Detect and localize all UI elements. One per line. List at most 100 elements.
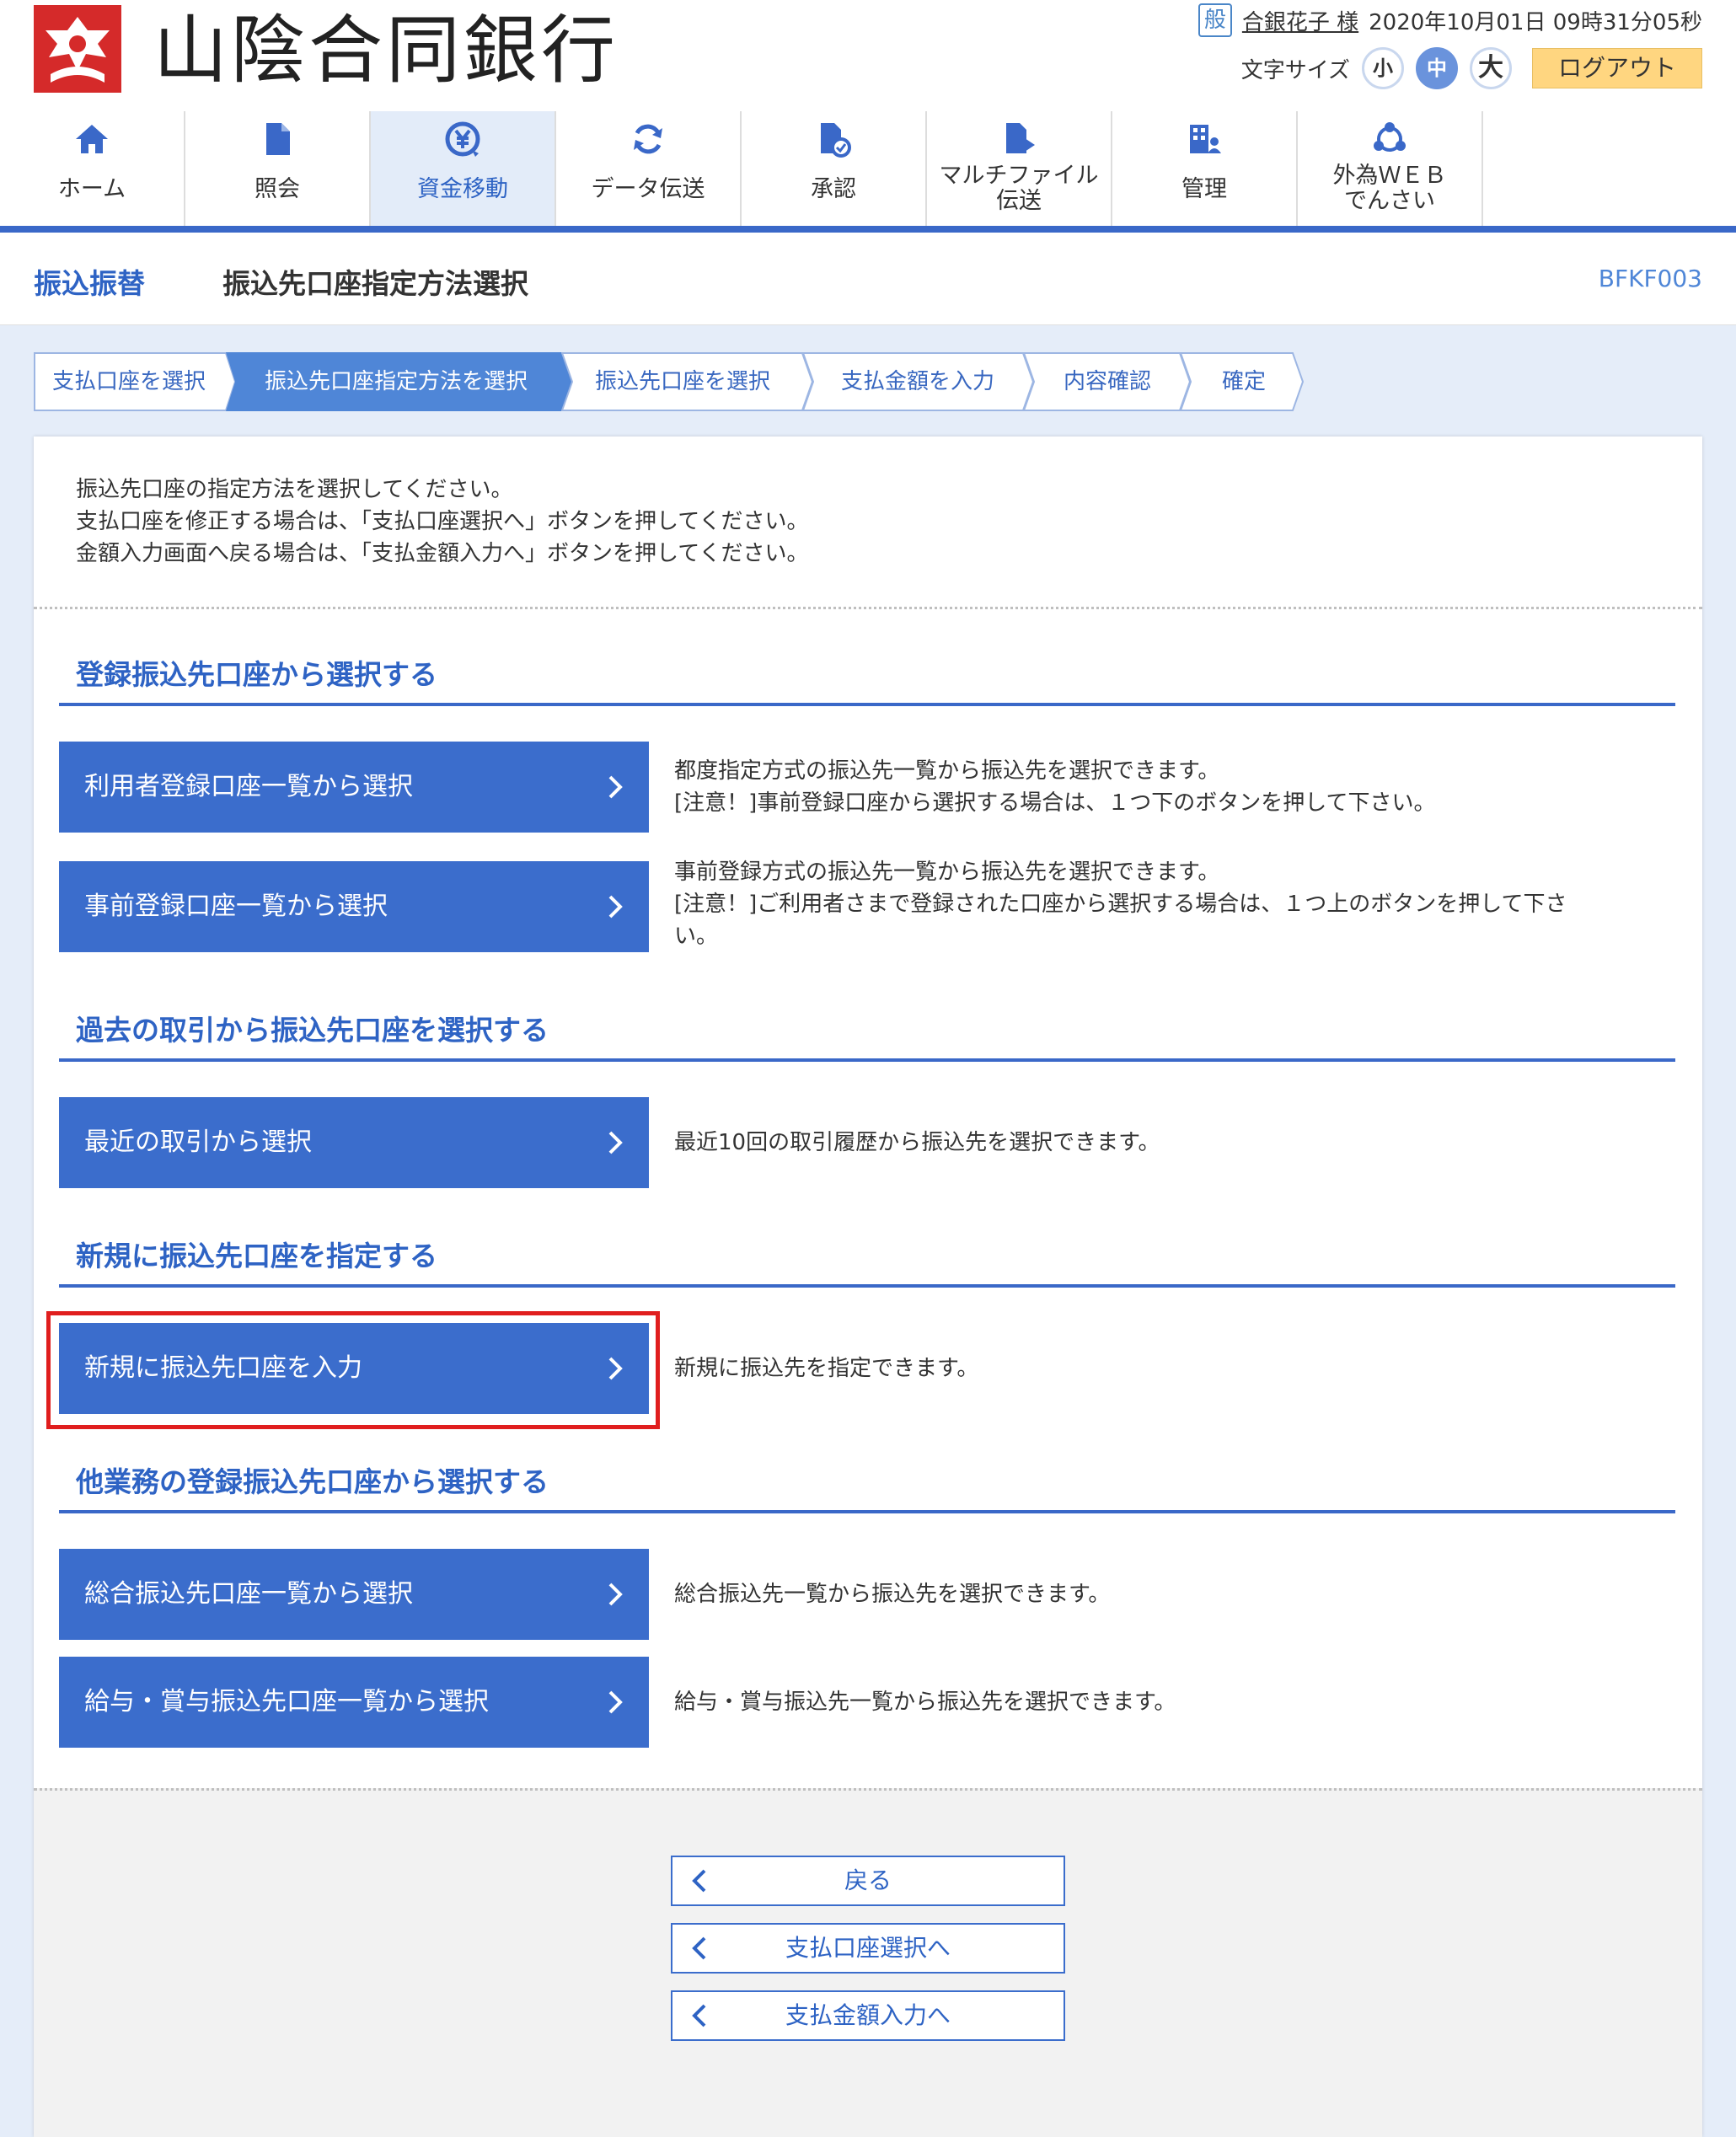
instruction-line: 支払口座を修正する場合は、「支払口座選択へ」ボタンを押してください。: [76, 509, 809, 534]
nav-item-forex-densai[interactable]: 外為ＷＥＢ でんさい: [1298, 111, 1483, 226]
user-info: 般 合銀花子 様 2020年10月01日 09時31分05秒: [1198, 3, 1702, 37]
description-line: [注意！]事前登録口座から選択する場合は、１つ下のボタンを押して下さい。: [674, 790, 1436, 816]
nav-item-fund-transfer[interactable]: 資金移動: [371, 111, 556, 226]
nav-item-multi-file[interactable]: マルチファイル 伝送: [927, 111, 1112, 226]
description-line: 事前登録方式の振込先一覧から振込先を選択できます。: [674, 860, 1220, 885]
nav-label: 資金移動: [417, 176, 508, 202]
instruction-line: 金額入力画面へ戻る場合は、「支払金額入力へ」ボタンを押してください。: [76, 541, 809, 566]
button-label: 支払金額入力へ: [785, 2001, 951, 2029]
font-size-medium-button[interactable]: 中: [1416, 47, 1458, 89]
page-title-bar: 振込振替 振込先口座指定方法選択 BFKF003: [0, 233, 1736, 325]
select-user-registered-button[interactable]: 利用者登録口座一覧から選択: [59, 742, 649, 833]
main-panel: 振込先口座の指定方法を選択してください。 支払口座を修正する場合は、「支払口座選…: [34, 437, 1702, 2137]
refresh-icon: [556, 120, 740, 158]
approve-icon: [742, 120, 925, 158]
chevron-right-icon: [607, 742, 624, 833]
button-label: 新規に振込先口座を入力: [84, 1353, 362, 1383]
chevron-right-icon: [607, 1097, 624, 1188]
chevron-left-icon: [691, 1925, 708, 1972]
button-description: 都度指定方式の振込先一覧から振込先を選択できます。 [注意！]事前登録口座から選…: [674, 755, 1669, 819]
bank-name: 山陰合同銀行: [153, 7, 619, 94]
yen-transfer-icon: [371, 120, 555, 158]
enter-new-account-button[interactable]: 新規に振込先口座を入力: [59, 1323, 649, 1414]
to-amount-input-button[interactable]: 支払金額入力へ: [671, 1990, 1065, 2041]
description-line: 都度指定方式の振込先一覧から振込先を選択できます。: [674, 758, 1220, 784]
nav-item-admin[interactable]: 管理: [1112, 111, 1298, 226]
section-underline: [59, 1058, 1675, 1062]
button-label: 最近の取引から選択: [84, 1127, 312, 1157]
button-label: 利用者登録口座一覧から選択: [84, 772, 413, 801]
chevron-right-icon: [607, 861, 624, 952]
button-description: 新規に振込先を指定できます。: [674, 1356, 979, 1381]
to-payment-account-button[interactable]: 支払口座選択へ: [671, 1923, 1065, 1974]
chevron-right-icon: [607, 1549, 624, 1640]
nav-label-line1: 外為ＷＥＢ: [1332, 163, 1447, 189]
chevron-left-icon: [691, 1857, 708, 1904]
bottom-actions: 戻る 支払口座選択へ 支払金額入力へ: [34, 1788, 1702, 2137]
font-size-switcher: 文字サイズ 小 中 大 ログアウト: [1241, 44, 1702, 93]
select-pre-registered-button[interactable]: 事前登録口座一覧から選択: [59, 861, 649, 952]
nav-label: ホーム: [57, 176, 126, 202]
logout-button[interactable]: ログアウト: [1532, 48, 1702, 88]
section-underline: [59, 703, 1675, 706]
font-size-small-button[interactable]: 小: [1362, 47, 1404, 89]
nav-label: マルチファイル 伝送: [927, 163, 1111, 214]
step-label: 振込先口座指定方法を選択: [265, 369, 528, 394]
user-name-link[interactable]: 合銀花子 様: [1242, 5, 1358, 36]
nav-label: 外為ＷＥＢ でんさい: [1298, 163, 1481, 214]
screen-id: BFKF003: [1598, 265, 1702, 292]
nav-item-data-transmission[interactable]: データ伝送: [556, 111, 742, 226]
page-category: 振込振替: [34, 267, 145, 300]
button-label: 給与・賞与振込先口座一覧から選択: [84, 1687, 489, 1717]
button-description: 給与・賞与振込先一覧から振込先を選択できます。: [674, 1690, 1176, 1715]
page-title: 振込先口座指定方法選択: [222, 267, 528, 300]
nav-label: 承認: [811, 176, 856, 202]
button-label: 支払口座選択へ: [785, 1934, 951, 1962]
section-underline: [59, 1284, 1675, 1288]
nav-divider: [0, 226, 1736, 233]
step-label: 確定: [1222, 369, 1267, 394]
instructions: 振込先口座の指定方法を選択してください。 支払口座を修正する場合は、「支払口座選…: [76, 474, 808, 570]
nav-label-line1: マルチファイル: [939, 163, 1099, 189]
step-label: 支払口座を選択: [52, 369, 206, 394]
section-title-registered: 登録振込先口座から選択する: [76, 658, 437, 691]
select-recent-transactions-button[interactable]: 最近の取引から選択: [59, 1097, 649, 1188]
step-label: 支払金額を入力: [841, 369, 995, 394]
nav-item-inquiry[interactable]: 照会: [185, 111, 371, 226]
admin-icon: [1112, 120, 1296, 158]
home-icon: [0, 120, 184, 158]
select-salary-bonus-button[interactable]: 給与・賞与振込先口座一覧から選択: [59, 1657, 649, 1748]
global-nav: ホーム 照会 資金移動 データ伝送 承認 マルチファイル 伝送 管理 外為ＷＥＢ…: [0, 111, 1736, 226]
button-label: 戻る: [844, 1867, 892, 1894]
description-line: い。: [674, 924, 719, 949]
nav-label: 照会: [255, 176, 300, 202]
button-label: 総合振込先口座一覧から選択: [84, 1579, 413, 1609]
section-title-past: 過去の取引から振込先口座を選択する: [76, 1014, 549, 1047]
document-icon: [185, 120, 369, 158]
select-general-transfer-button[interactable]: 総合振込先口座一覧から選択: [59, 1549, 649, 1640]
nav-label-line2: 伝送: [996, 188, 1042, 214]
network-icon: [1298, 120, 1481, 158]
font-size-large-button[interactable]: 大: [1470, 47, 1512, 89]
step-label: 振込先口座を選択: [595, 369, 771, 394]
chevron-left-icon: [691, 1992, 708, 2039]
divider: [34, 607, 1702, 609]
section-underline: [59, 1510, 1675, 1513]
font-size-label: 文字サイズ: [1240, 57, 1350, 83]
section-title-new: 新規に振込先口座を指定する: [76, 1240, 437, 1272]
login-datetime: 2020年10月01日 09時31分05秒: [1369, 9, 1702, 35]
nav-label: データ伝送: [591, 176, 705, 202]
nav-item-approval[interactable]: 承認: [742, 111, 927, 226]
section-title-other: 他業務の登録振込先口座から選択する: [76, 1465, 549, 1498]
file-upload-icon: [927, 120, 1111, 158]
button-description: 事前登録方式の振込先一覧から振込先を選択できます。 [注意！]ご利用者さまで登録…: [674, 856, 1669, 952]
divider: [34, 1788, 1702, 1791]
button-description: 最近10回の取引履歴から振込先を選択できます。: [674, 1130, 1160, 1155]
nav-item-home[interactable]: ホーム: [0, 111, 185, 226]
button-description: 総合振込先一覧から振込先を選択できます。: [674, 1582, 1111, 1607]
chevron-right-icon: [607, 1323, 624, 1414]
nav-label: 管理: [1181, 176, 1227, 202]
bank-logo-icon: [34, 5, 121, 93]
back-button[interactable]: 戻る: [671, 1856, 1065, 1906]
description-line: [注意！]ご利用者さまで登録された口座から選択する場合は、１つ上のボタンを押して…: [674, 892, 1567, 917]
